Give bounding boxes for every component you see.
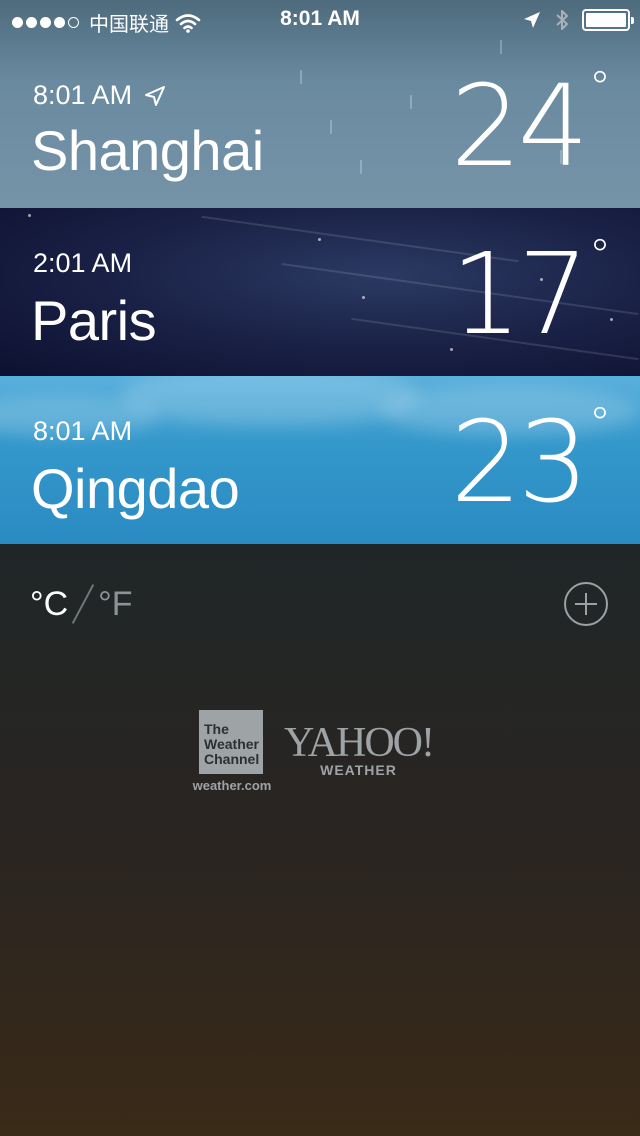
- city-local-time: 8:01 AM: [33, 80, 166, 111]
- city-name: Paris: [31, 289, 157, 352]
- city-temperature: 24 °: [450, 62, 611, 192]
- weather-city-list-screen: 中国联通 8:01 AM 8:01 AM Shanghai 24 ° 2:01 …: [0, 0, 640, 1136]
- status-bar: 中国联通 8:01 AM: [0, 0, 640, 40]
- weather-channel-logo-box: The Weather Channel: [199, 710, 263, 774]
- celsius-option[interactable]: °C: [30, 585, 68, 624]
- weather-channel-url: weather.com: [192, 778, 272, 793]
- yahoo-weather-logo[interactable]: YAHOO! WEATHER: [284, 720, 435, 778]
- status-bar-right: [522, 8, 634, 32]
- unit-divider: [71, 584, 95, 624]
- location-arrow-icon: [524, 12, 540, 28]
- unit-toggle[interactable]: °C °F: [30, 582, 133, 626]
- battery-icon: [582, 9, 634, 31]
- city-name: Shanghai: [31, 119, 264, 182]
- battery-fill: [586, 13, 626, 27]
- weather-channel-logo[interactable]: The Weather Channel weather.com: [190, 710, 274, 793]
- current-location-icon: [145, 85, 166, 106]
- add-city-button[interactable]: [564, 582, 608, 626]
- city-row-qingdao[interactable]: 8:01 AM Qingdao 23 °: [0, 376, 640, 544]
- city-local-time: 8:01 AM: [33, 416, 133, 446]
- city-row-paris[interactable]: 2:01 AM Paris 17 °: [0, 208, 640, 376]
- city-local-time: 2:01 AM: [33, 248, 133, 278]
- yahoo-wordmark: YAHOO!: [284, 720, 435, 766]
- fahrenheit-option[interactable]: °F: [98, 585, 132, 624]
- city-name: Qingdao: [31, 457, 240, 520]
- city-temperature: 17 °: [450, 230, 611, 360]
- city-temperature: 23 °: [450, 398, 611, 528]
- bluetooth-icon: [556, 10, 568, 30]
